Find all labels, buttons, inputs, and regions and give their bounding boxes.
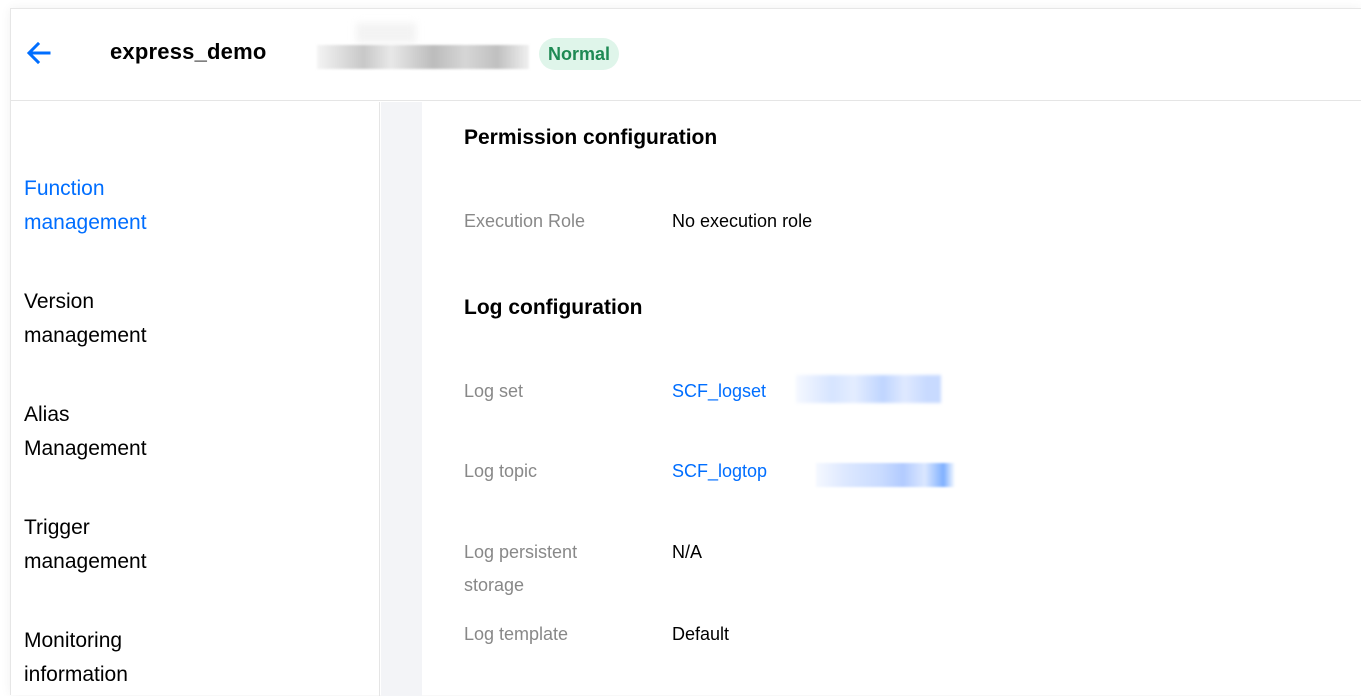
log-topic-label: Log topic (464, 461, 538, 481)
redacted-name-suffix (317, 45, 529, 69)
function-name-title: express_demo (110, 39, 267, 64)
sidebar-item-version-management[interactable]: Version management (24, 285, 354, 353)
status-badge: Normal (539, 38, 620, 70)
redaction-blur (356, 23, 416, 43)
log-topic-link[interactable]: SCF_logtop (672, 455, 767, 488)
page-header: express_demo Normal (11, 9, 1361, 101)
arrow-left-icon[interactable] (25, 39, 53, 67)
log-set-label: Log set (464, 381, 524, 401)
log-set-link[interactable]: SCF_logset (672, 375, 766, 408)
main-content: Permission configuration Execution Role … (423, 102, 1361, 696)
redacted-log-set-suffix (796, 375, 941, 403)
permission-section-title: Permission configuration (464, 126, 718, 149)
sidebar-item-function-management[interactable]: Function management (24, 172, 354, 240)
log-persistent-storage-value: N/A (672, 542, 703, 562)
log-template-label: Log template (464, 624, 569, 644)
sidebar-item-monitoring-information[interactable]: Monitoring information (24, 624, 354, 692)
sidebar-item-alias-management[interactable]: Alias Management (24, 398, 354, 466)
content-gutter (381, 102, 422, 696)
execution-role-value: No execution role (672, 211, 813, 231)
execution-role-label: Execution Role (464, 211, 586, 231)
app-frame: express_demo Normal Function management … (10, 8, 1361, 696)
log-section-title: Log configuration (464, 296, 643, 319)
sidebar-nav: Function management Version management A… (11, 102, 380, 696)
log-persistent-storage-label: Log persistent storage (464, 542, 578, 595)
redacted-log-topic-suffix (816, 463, 961, 487)
sidebar-item-trigger-management[interactable]: Trigger management (24, 511, 354, 579)
log-template-value: Default (672, 624, 730, 644)
